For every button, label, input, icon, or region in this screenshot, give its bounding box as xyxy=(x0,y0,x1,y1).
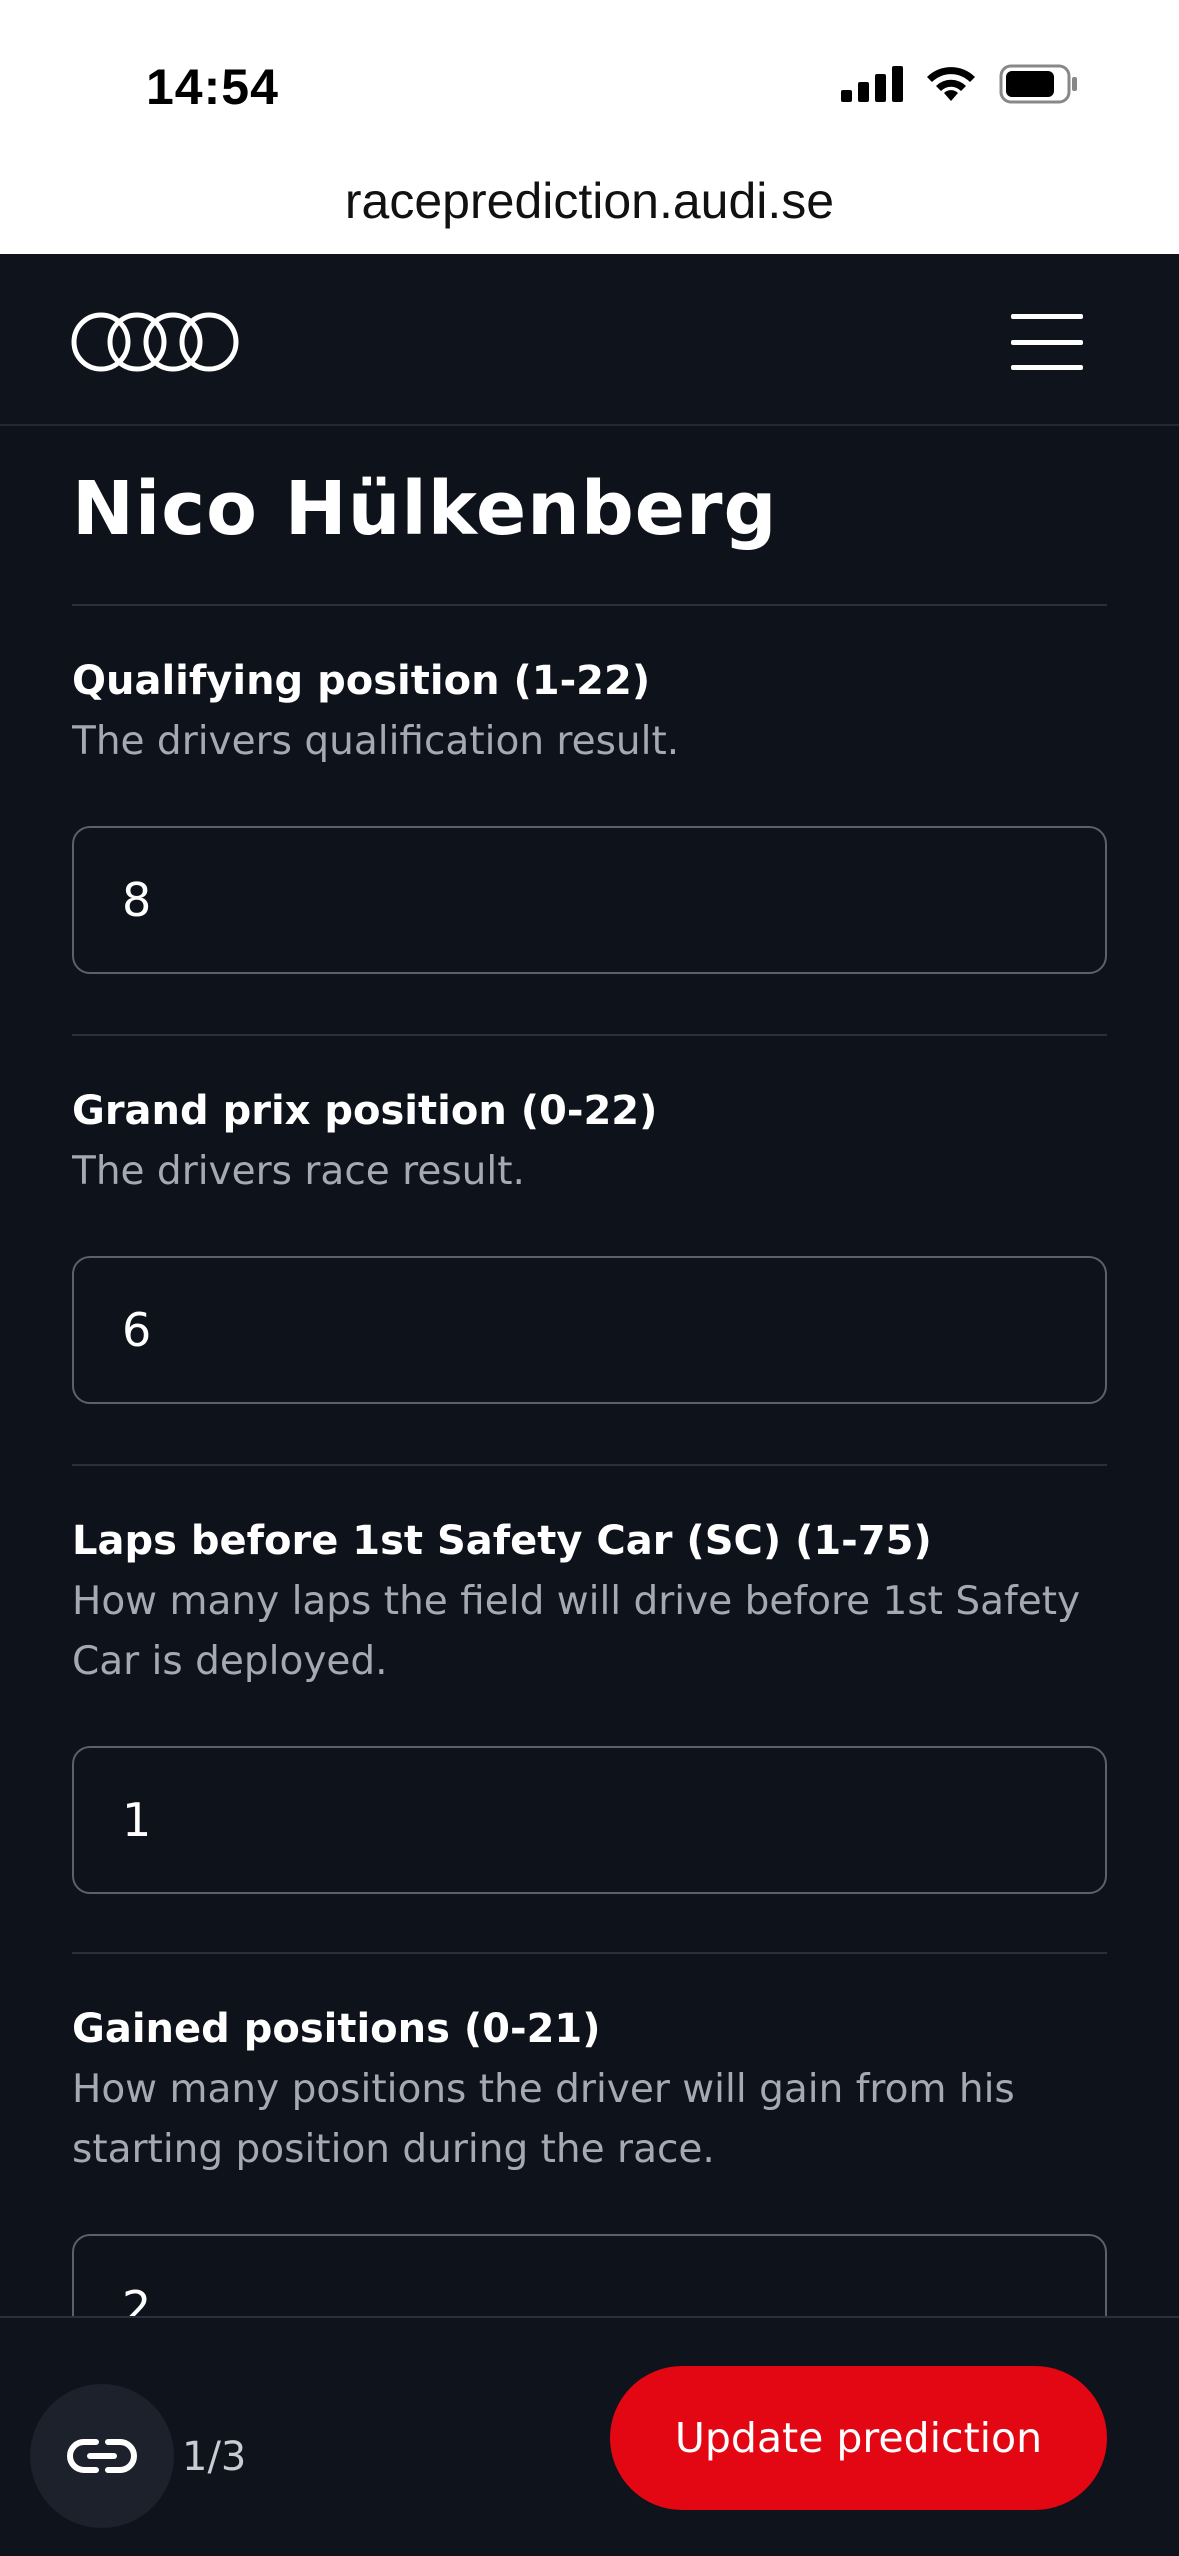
grand-prix-position-input[interactable] xyxy=(72,1256,1107,1404)
prediction-form: Nico Hülkenberg Qualifying position (1-2… xyxy=(72,426,1107,2316)
field-help: How many positions the driver will gain … xyxy=(72,2067,1015,2172)
field-label: Qualifying position (1-22) xyxy=(72,658,651,704)
field-qualifying-position: Qualifying position (1-22) The drivers q… xyxy=(72,606,1107,1036)
status-time: 14:54 xyxy=(146,59,279,115)
field-gained-positions: Gained positions (0-21) How many positio… xyxy=(72,1954,1107,2316)
browser-chrome: 14:54 raceprediction.audi.se xyxy=(0,0,1179,254)
link-icon[interactable] xyxy=(30,2384,174,2528)
gained-positions-input[interactable] xyxy=(72,2234,1107,2316)
field-help: How many laps the field will drive befor… xyxy=(72,1579,1081,1684)
update-prediction-button[interactable]: Update prediction xyxy=(610,2366,1107,2510)
bottom-action-bar: 1/3 Update prediction xyxy=(0,2316,1179,2556)
audi-rings-logo[interactable] xyxy=(70,310,240,378)
field-label: Grand prix position (0-22) xyxy=(72,1088,658,1134)
field-help: The drivers race result. xyxy=(72,1149,525,1194)
page-indicator: 1/3 xyxy=(182,2434,247,2480)
laps-before-safety-car-input[interactable] xyxy=(72,1746,1107,1894)
cellular-signal-icon xyxy=(841,66,903,102)
hamburger-menu-icon[interactable] xyxy=(1011,314,1083,370)
status-icons xyxy=(841,62,1079,106)
qualifying-position-input[interactable] xyxy=(72,826,1107,974)
battery-icon xyxy=(999,64,1077,104)
field-laps-before-safety-car: Laps before 1st Safety Car (SC) (1-75) H… xyxy=(72,1466,1107,1954)
address-bar-url[interactable]: raceprediction.audi.se xyxy=(0,172,1179,230)
page-title: Nico Hülkenberg xyxy=(72,426,1107,606)
wifi-icon xyxy=(927,67,975,101)
site-header xyxy=(0,254,1179,426)
field-label: Gained positions (0-21) xyxy=(72,2006,601,2052)
field-grand-prix-position: Grand prix position (0-22) The drivers r… xyxy=(72,1036,1107,1466)
field-help: The drivers qualification result. xyxy=(72,719,680,764)
field-label: Laps before 1st Safety Car (SC) (1-75) xyxy=(72,1518,932,1564)
